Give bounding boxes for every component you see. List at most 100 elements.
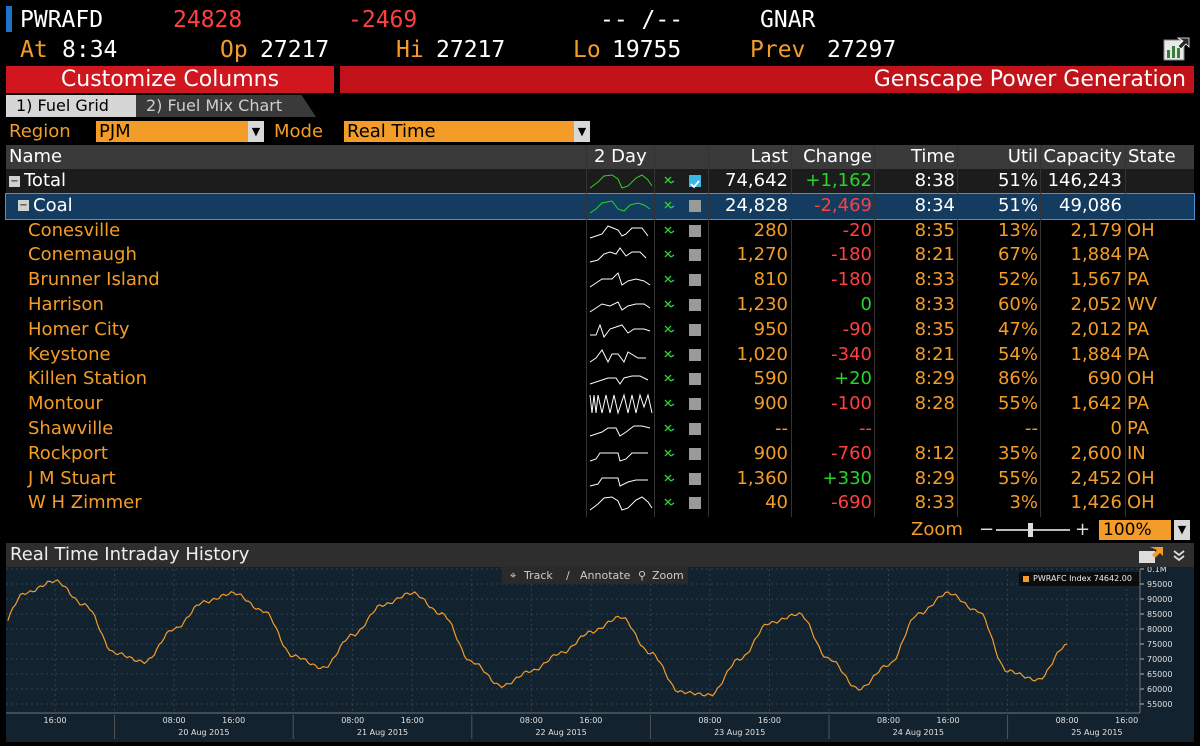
row-checkbox[interactable] [689,323,701,336]
cell-capacity: 1,567 [1070,269,1122,291]
table-row[interactable]: Killen Station 590 +20 8:29 86% 690 OH [6,367,1194,392]
cell-time: 8:29 [914,467,955,489]
table-row[interactable]: Rockport 900 -760 8:12 35% 2,600 IN [6,442,1194,467]
mode-dropdown-arrow-icon[interactable]: ▼ [574,121,590,142]
chart-series-icon[interactable] [662,247,676,261]
row-name-text: Conesville [28,219,121,241]
col-state[interactable]: State [1128,145,1176,169]
prev-value: 27297 [827,37,897,63]
tab-fuel-mix-chart[interactable]: 2) Fuel Mix Chart [136,95,316,117]
zoom-slider-handle[interactable] [1028,523,1033,537]
chart-export-icon[interactable] [1138,546,1164,564]
row-checkbox[interactable] [689,398,701,411]
chart-series-icon[interactable] [662,446,676,460]
col-last[interactable]: Last [751,145,789,169]
row-checkbox[interactable] [689,472,701,485]
export-icon[interactable] [1163,36,1191,62]
cell-util: 3% [1009,492,1038,514]
row-checkbox[interactable] [689,348,701,361]
x-tick-label: 08:00 [1056,716,1079,725]
customize-columns-button[interactable]: Customize Columns [6,66,334,93]
pen-icon[interactable]: ∕ [566,567,570,584]
chart-toolbar: ⌖ Track ∕ Annotate ⚲ Zoom [502,567,688,584]
zoom-out-button[interactable]: − [979,518,994,542]
row-checkbox[interactable] [689,497,701,510]
row-name: − Total [9,169,66,194]
row-checkbox[interactable] [689,199,701,212]
region-dropdown-arrow-icon[interactable]: ▼ [248,121,264,142]
row-checkbox[interactable] [689,224,701,237]
col-name[interactable]: Name [9,145,62,169]
col-util[interactable]: Util [1008,145,1038,169]
chart-series-icon[interactable] [662,347,676,361]
intraday-chart-svg[interactable]: 0.1M 95000 90000 85000 80000 75000 70000 65000 6… [6,565,1194,742]
col-2day[interactable]: 2 Day [594,145,647,169]
ticker[interactable]: PWRAFD [20,5,103,35]
table-row[interactable]: Shawville -- -- -- 0 PA [6,417,1194,442]
mode-dropdown[interactable]: Real Time [344,121,574,142]
table-row[interactable]: J M Stuart 1,360 +330 8:29 55% 2,452 OH [6,467,1194,492]
table-row[interactable]: Conemaugh 1,270 -180 8:21 67% 1,884 PA [6,243,1194,268]
collapse-chevron-icon[interactable] [1172,548,1186,562]
row-checkbox[interactable] [689,373,701,386]
chart-series-icon[interactable] [662,198,676,212]
chart-series-icon[interactable] [662,223,676,237]
coal-group-row[interactable]: − Coal 24,828 -2,469 8:34 51% 49,086 [5,192,1195,220]
collapse-icon[interactable]: − [9,175,20,187]
x-date-label: 22 Aug 2015 [535,728,586,737]
title-bar-divider [334,66,340,93]
cell-time: 8:21 [914,343,955,365]
crosshair-icon[interactable]: ⌖ [510,567,516,584]
y-tick-label: 70000 [1147,655,1172,664]
col-capacity[interactable]: Capacity [1043,145,1122,169]
chart-series-icon[interactable] [662,297,676,311]
annotate-button[interactable]: Annotate [580,567,630,584]
intraday-chart[interactable]: 0.1M 95000 90000 85000 80000 75000 70000 65000 6… [6,565,1194,742]
chart-series-icon[interactable] [662,322,676,336]
row-checkbox[interactable] [689,175,701,189]
collapse-icon[interactable]: − [18,200,29,212]
row-checkbox[interactable] [689,299,701,311]
magnifier-icon[interactable]: ⚲ [638,567,646,584]
total-row[interactable]: − Total 74,642 +1,162 8:38 51% 146,243 [6,169,1194,194]
track-button[interactable]: Track [524,567,553,584]
tab-fuel-grid[interactable]: 1) Fuel Grid [6,95,144,117]
cell-time: 8:33 [914,269,955,291]
table-row[interactable]: Homer City 950 -90 8:35 47% 2,012 PA [6,318,1194,343]
col-change[interactable]: Change [803,145,872,169]
table-row[interactable]: Keystone 1,020 -340 8:21 54% 1,884 PA [6,343,1194,368]
y-tick-label: 95000 [1147,580,1172,589]
table-row[interactable]: Montour 900 -100 8:28 55% 1,642 PA [6,392,1194,417]
zoom-in-button[interactable]: + [1075,518,1090,542]
zoom-dropdown-arrow-icon[interactable]: ▼ [1174,520,1190,540]
row-checkbox[interactable] [689,447,701,460]
table-row[interactable]: Brunner Island 810 -180 8:33 52% 1,567 PA [6,268,1194,293]
x-tick-label: 16:00 [401,716,424,725]
col-time[interactable]: Time [911,145,955,169]
region-dropdown[interactable]: PJM [96,121,248,142]
zoom-slider-track[interactable] [996,529,1070,531]
chart-series-icon[interactable] [662,421,676,435]
row-checkbox[interactable] [689,249,701,262]
zoom-value-dropdown[interactable]: 100% [1099,520,1171,540]
cell-last: 1,360 [736,467,788,489]
chart-series-icon[interactable] [662,371,676,385]
pricing-source: GNAR [760,7,816,33]
cell-change: -180 [831,244,872,266]
chart-series-icon[interactable] [662,495,676,509]
chart-series-icon[interactable] [662,272,676,286]
chart-series-icon[interactable] [662,471,676,485]
chart-series-icon[interactable] [662,396,676,410]
cell-change: -- [859,418,872,439]
table-row[interactable]: W H Zimmer 40 -690 8:33 3% 1,426 OH [6,491,1194,516]
zoom-button[interactable]: Zoom [652,567,684,584]
cell-last: 40 [765,492,788,514]
table-row[interactable]: Harrison 1,230 0 8:33 60% 2,052 WV [6,293,1194,318]
row-checkbox[interactable] [689,274,701,287]
table-row[interactable]: Conesville 280 -20 8:35 13% 2,179 OH [6,219,1194,244]
chart-series-icon[interactable] [662,173,676,187]
row-checkbox[interactable] [689,423,701,435]
cell-util: 60% [997,294,1038,315]
cell-change: -20 [842,219,872,241]
last-price: 24828 [173,7,243,33]
